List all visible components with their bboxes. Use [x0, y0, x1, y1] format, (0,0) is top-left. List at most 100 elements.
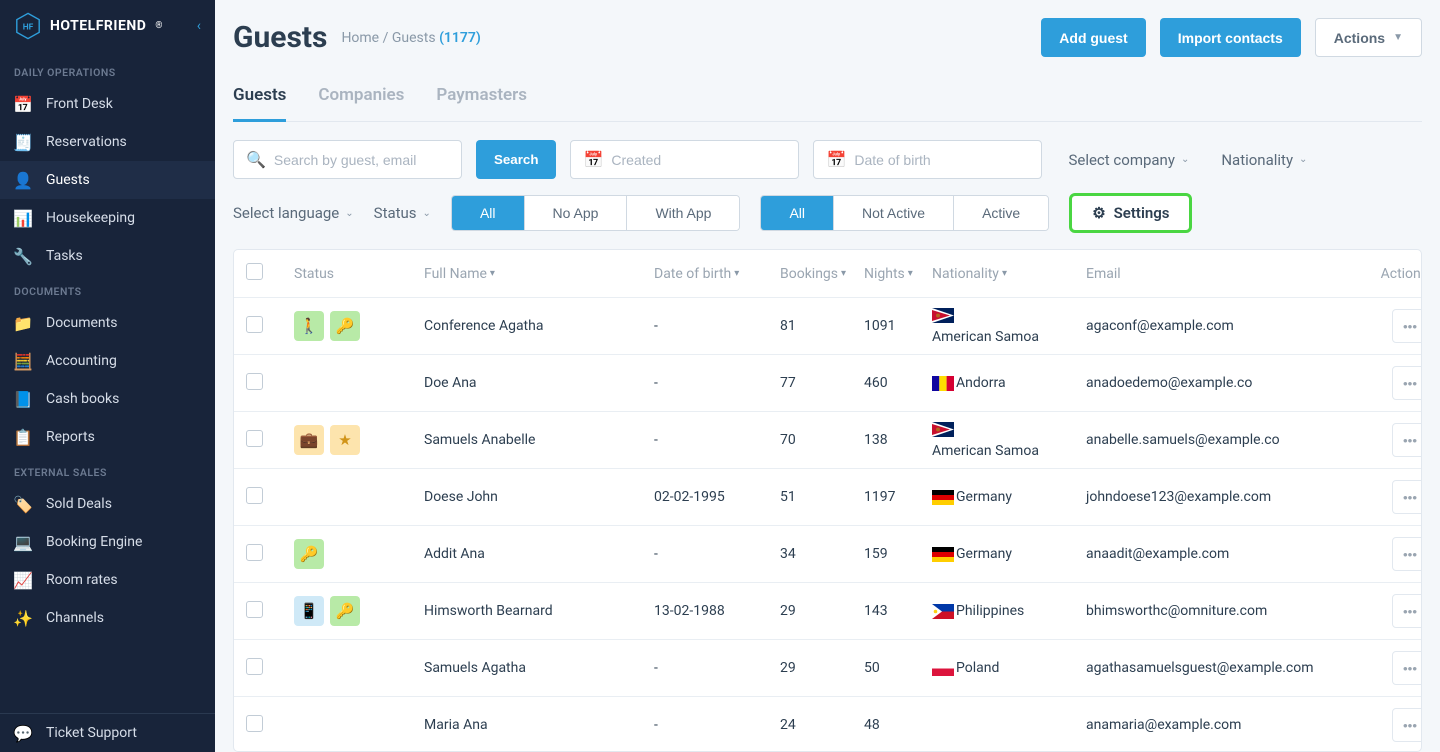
status-dropdown[interactable]: Status⌄ — [374, 204, 431, 222]
table-row[interactable]: 🚶🔑 Conference Agatha - 81 1091 American … — [234, 298, 1421, 355]
import-contacts-button[interactable]: Import contacts — [1160, 18, 1301, 57]
brand-name: HOTELFRIEND — [50, 18, 146, 34]
search-input-wrap: 🔍 — [233, 140, 462, 179]
seg-all[interactable]: All — [452, 196, 525, 230]
status-badge-key-icon: 🔑 — [330, 311, 360, 341]
table-row[interactable]: 🔑 Addit Ana - 34 159 Germany anaadit@exa… — [234, 526, 1421, 583]
cell-nationality: Germany — [932, 489, 1086, 505]
table-row[interactable]: Doe Ana - 77 460 Andorra anadoedemo@exam… — [234, 355, 1421, 412]
search-input[interactable] — [274, 152, 434, 168]
sidebar-item-guests[interactable]: 👤Guests — [0, 161, 215, 199]
select-all-checkbox[interactable] — [246, 263, 263, 280]
sidebar-ticket-support[interactable]: 💬 Ticket Support — [0, 714, 215, 752]
status-badge-star-icon: ★ — [330, 425, 360, 455]
sidebar-item-cash-books[interactable]: 📘Cash books — [0, 380, 215, 418]
sidebar-item-room-rates[interactable]: 📈Room rates — [0, 561, 215, 599]
cell-dob: - — [654, 318, 780, 334]
sidebar-item-channels[interactable]: ✨Channels — [0, 599, 215, 637]
status-badge-bag-icon: 💼 — [294, 425, 324, 455]
sidebar-item-sold-deals[interactable]: 🏷️Sold Deals — [0, 485, 215, 523]
cell-nights: 159 — [864, 546, 932, 562]
sidebar-item-label: Front Desk — [46, 96, 113, 112]
table-row[interactable]: 📱🔑 Himsworth Bearnard 13-02-1988 29 143 … — [234, 583, 1421, 640]
nav-icon: 📘 — [14, 390, 32, 408]
sidebar-item-booking-engine[interactable]: 💻Booking Engine — [0, 523, 215, 561]
cell-full-name: Doe Ana — [424, 375, 654, 391]
seg-not-active[interactable]: Not Active — [834, 196, 954, 230]
seg-all[interactable]: All — [761, 196, 834, 230]
settings-button[interactable]: ⚙ Settings — [1069, 193, 1192, 233]
row-actions-button[interactable]: ••• — [1392, 708, 1422, 742]
search-button[interactable]: Search — [476, 140, 556, 179]
tab-guests[interactable]: Guests — [233, 77, 286, 122]
row-actions-button[interactable]: ••• — [1392, 480, 1422, 514]
created-field[interactable] — [611, 152, 771, 168]
sidebar-item-reports[interactable]: 📋Reports — [0, 418, 215, 456]
row-actions-button[interactable]: ••• — [1392, 594, 1422, 628]
dob-date-input[interactable]: 📅 — [813, 140, 1042, 179]
cell-bookings: 24 — [780, 717, 864, 733]
tab-companies[interactable]: Companies — [318, 77, 404, 121]
sidebar-item-reservations[interactable]: 🧾Reservations — [0, 123, 215, 161]
seg-active[interactable]: Active — [954, 196, 1048, 230]
row-checkbox[interactable] — [246, 658, 263, 675]
sidebar-item-label: Sold Deals — [46, 496, 112, 512]
nationality-dropdown[interactable]: Nationality⌄ — [1221, 151, 1307, 169]
col-full-name[interactable]: Full Name▾ — [424, 266, 654, 282]
page-title: Guests — [233, 20, 327, 55]
table-row[interactable]: Doese John 02-02-1995 51 1197 Germany jo… — [234, 469, 1421, 526]
row-checkbox[interactable] — [246, 715, 263, 732]
table-row[interactable]: Samuels Agatha - 29 50 Poland agathasamu… — [234, 640, 1421, 697]
row-actions-button[interactable]: ••• — [1392, 423, 1422, 457]
sidebar-item-housekeeping[interactable]: 📊Housekeeping — [0, 199, 215, 237]
tabs: Guests Companies Paymasters — [233, 77, 1422, 122]
caret-down-icon: ▼ — [1393, 32, 1403, 43]
seg-no-app[interactable]: No App — [525, 196, 628, 230]
seg-with-app[interactable]: With App — [627, 196, 739, 230]
sidebar-item-front-desk[interactable]: 📅 Front Desk — [0, 85, 215, 123]
breadcrumb-home[interactable]: Home — [341, 30, 379, 46]
select-language-dropdown[interactable]: Select language⌄ — [233, 204, 354, 222]
nav-icon: 📅 — [14, 95, 32, 113]
cell-full-name: Samuels Agatha — [424, 660, 654, 676]
row-checkbox[interactable] — [246, 544, 263, 561]
created-date-input[interactable]: 📅 — [570, 140, 799, 179]
col-nights[interactable]: Nights▾ — [864, 266, 932, 282]
tab-paymasters[interactable]: Paymasters — [436, 77, 527, 121]
row-checkbox[interactable] — [246, 316, 263, 333]
sidebar-item-tasks[interactable]: 🔧Tasks — [0, 237, 215, 275]
breadcrumb-section[interactable]: Guests — [392, 30, 436, 46]
sidebar-item-accounting[interactable]: 🧮Accounting — [0, 342, 215, 380]
cell-email: johndoese123@example.com — [1086, 489, 1348, 505]
nav-icon: 👤 — [14, 171, 32, 189]
row-checkbox[interactable] — [246, 373, 263, 390]
status-badge-phone-icon: 📱 — [294, 596, 324, 626]
row-actions-button[interactable]: ••• — [1392, 366, 1422, 400]
cell-nationality: American Samoa — [932, 422, 1086, 459]
sidebar-item-label: Reservations — [46, 134, 127, 150]
dob-field[interactable] — [854, 152, 1014, 168]
actions-dropdown[interactable]: Actions ▼ — [1315, 18, 1422, 57]
row-checkbox[interactable] — [246, 487, 263, 504]
row-checkbox[interactable] — [246, 601, 263, 618]
active-filter-segment: AllNot ActiveActive — [760, 195, 1049, 231]
row-actions-button[interactable]: ••• — [1392, 537, 1422, 571]
sidebar-item-documents[interactable]: 📁Documents — [0, 304, 215, 342]
label: Nationality — [1221, 151, 1293, 169]
row-actions-button[interactable]: ••• — [1392, 309, 1422, 343]
collapse-icon[interactable]: ‹ — [197, 18, 201, 34]
select-company-dropdown[interactable]: Select company⌄ — [1068, 151, 1189, 169]
table-row[interactable]: 💼★ Samuels Anabelle - 70 138 American Sa… — [234, 412, 1421, 469]
cell-full-name: Maria Ana — [424, 717, 654, 733]
row-checkbox[interactable] — [246, 430, 263, 447]
cell-bookings: 70 — [780, 432, 864, 448]
col-nationality[interactable]: Nationality▾ — [932, 266, 1086, 282]
col-dob[interactable]: Date of birth▾ — [654, 266, 780, 282]
filter-row-1: 🔍 Search 📅 📅 Select company⌄ Nationality… — [233, 140, 1422, 179]
add-guest-button[interactable]: Add guest — [1041, 18, 1145, 57]
col-bookings[interactable]: Bookings▾ — [780, 266, 864, 282]
filter-row-2: Select language⌄ Status⌄ AllNo AppWith A… — [233, 193, 1422, 233]
row-actions-button[interactable]: ••• — [1392, 651, 1422, 685]
table-row[interactable]: Maria Ana - 24 48 anamaria@example.com •… — [234, 697, 1421, 752]
cell-nights: 143 — [864, 603, 932, 619]
